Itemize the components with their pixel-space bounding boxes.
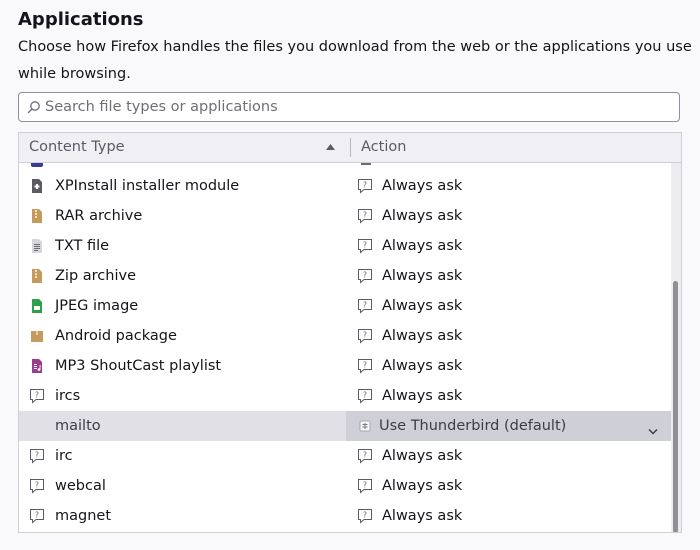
content-type-label: Zip archive bbox=[55, 268, 136, 284]
svg-text:?: ? bbox=[363, 511, 367, 520]
action-label: Always ask bbox=[382, 238, 463, 254]
chat-bubble-icon: ? bbox=[29, 508, 45, 524]
always-ask-icon: ? bbox=[357, 328, 373, 344]
content-type-label: XPInstall installer module bbox=[55, 178, 240, 194]
content-type-label: ircs bbox=[55, 388, 81, 404]
content-type-label: RAR archive bbox=[55, 208, 143, 224]
search-box[interactable] bbox=[18, 92, 680, 122]
search-input[interactable] bbox=[45, 93, 665, 121]
column-divider[interactable] bbox=[350, 138, 351, 157]
content-type-label: magnet bbox=[55, 508, 112, 524]
action-label: Always ask bbox=[382, 508, 463, 524]
content-type-label: MP3 ShoutCast playlist bbox=[55, 358, 222, 374]
svg-text:?: ? bbox=[35, 511, 39, 520]
svg-text:?: ? bbox=[363, 331, 367, 340]
column-header-content-type[interactable]: Content Type bbox=[29, 139, 125, 155]
table-row[interactable]: RAR archive? Always ask bbox=[19, 201, 671, 231]
svg-text:?: ? bbox=[363, 241, 367, 250]
svg-text:?: ? bbox=[35, 391, 39, 400]
scrollbar-thumb[interactable] bbox=[673, 281, 678, 532]
always-ask-icon: ? bbox=[357, 358, 373, 374]
search-icon bbox=[27, 101, 40, 114]
action-label: Always ask bbox=[382, 478, 463, 494]
archive-file-icon bbox=[29, 268, 45, 284]
always-ask-icon: ? bbox=[357, 448, 373, 464]
action-label: Always ask bbox=[382, 208, 463, 224]
content-type-label: webcal bbox=[55, 478, 106, 494]
action-label: Always ask bbox=[382, 328, 463, 344]
always-ask-icon: ? bbox=[357, 178, 373, 194]
puzzle-file-icon bbox=[29, 178, 45, 194]
content-type-label: mailto bbox=[55, 418, 101, 434]
chat-bubble-icon: ? bbox=[29, 388, 45, 404]
action-label: Always ask bbox=[382, 448, 463, 464]
chat-bubble-icon: ? bbox=[29, 478, 45, 494]
always-ask-icon: ? bbox=[357, 238, 373, 254]
content-type-label: TXT file bbox=[55, 238, 110, 254]
package-file-icon bbox=[29, 328, 45, 344]
section-description: Choose how Firefox handles the files you… bbox=[18, 39, 692, 82]
table-row[interactable]: Zip archive? Always ask bbox=[19, 261, 671, 291]
table-row[interactable]: ? magnet? Always ask bbox=[19, 501, 671, 531]
table-row[interactable]: mailto Use Thunderbird (default) bbox=[19, 411, 671, 441]
always-ask-icon: ? bbox=[357, 268, 373, 284]
action-select[interactable]: Use Thunderbird (default) bbox=[346, 411, 671, 441]
svg-text:?: ? bbox=[363, 481, 367, 490]
table-row[interactable]: ? webcal? Always ask bbox=[19, 471, 671, 501]
svg-text:?: ? bbox=[363, 451, 367, 460]
table-header: Content Type Action bbox=[19, 133, 681, 163]
partial-row-icon bbox=[31, 163, 43, 167]
svg-text:?: ? bbox=[363, 361, 367, 370]
thunderbird-icon bbox=[357, 418, 373, 434]
always-ask-icon: ? bbox=[357, 478, 373, 494]
svg-text:?: ? bbox=[363, 211, 367, 220]
applications-table: Content Type Action XPInstall installer … bbox=[18, 132, 682, 533]
action-label: Always ask bbox=[382, 388, 463, 404]
image-file-icon bbox=[29, 298, 45, 314]
chevron-down-icon bbox=[648, 423, 658, 435]
table-row[interactable]: MP3 ShoutCast playlist? Always ask bbox=[19, 351, 671, 381]
always-ask-icon: ? bbox=[357, 298, 373, 314]
svg-text:?: ? bbox=[363, 301, 367, 310]
svg-text:?: ? bbox=[35, 451, 39, 460]
table-row[interactable]: XPInstall installer module? Always ask bbox=[19, 171, 671, 201]
svg-text:?: ? bbox=[363, 391, 367, 400]
table-body: XPInstall installer module? Always ask RAR… bbox=[19, 163, 681, 532]
action-label: Always ask bbox=[382, 298, 463, 314]
partial-action-icon bbox=[361, 163, 371, 165]
audio-file-icon bbox=[29, 358, 45, 374]
archive-file-icon bbox=[29, 208, 45, 224]
action-label: Always ask bbox=[382, 268, 463, 284]
table-row[interactable]: ? irc? Always ask bbox=[19, 441, 671, 471]
svg-text:?: ? bbox=[363, 271, 367, 280]
content-type-label: Android package bbox=[55, 328, 177, 344]
svg-text:?: ? bbox=[35, 481, 39, 490]
table-row[interactable]: Android package? Always ask bbox=[19, 321, 671, 351]
action-label: Always ask bbox=[382, 178, 463, 194]
always-ask-icon: ? bbox=[357, 208, 373, 224]
column-header-action[interactable]: Action bbox=[361, 139, 406, 155]
table-row[interactable]: JPEG image? Always ask bbox=[19, 291, 671, 321]
table-row[interactable]: TXT file? Always ask bbox=[19, 231, 671, 261]
svg-text:?: ? bbox=[363, 181, 367, 190]
always-ask-icon: ? bbox=[357, 388, 373, 404]
section-title: Applications bbox=[18, 9, 144, 30]
always-ask-icon: ? bbox=[357, 508, 373, 524]
action-label: Use Thunderbird (default) bbox=[379, 418, 567, 434]
table-row[interactable]: ? ircs? Always ask bbox=[19, 381, 671, 411]
sort-ascending-icon[interactable] bbox=[326, 144, 335, 150]
chat-bubble-icon: ? bbox=[29, 448, 45, 464]
action-label: Always ask bbox=[382, 358, 463, 374]
content-type-label: JPEG image bbox=[55, 298, 139, 314]
text-file-icon bbox=[29, 238, 45, 254]
content-type-label: irc bbox=[55, 448, 73, 464]
